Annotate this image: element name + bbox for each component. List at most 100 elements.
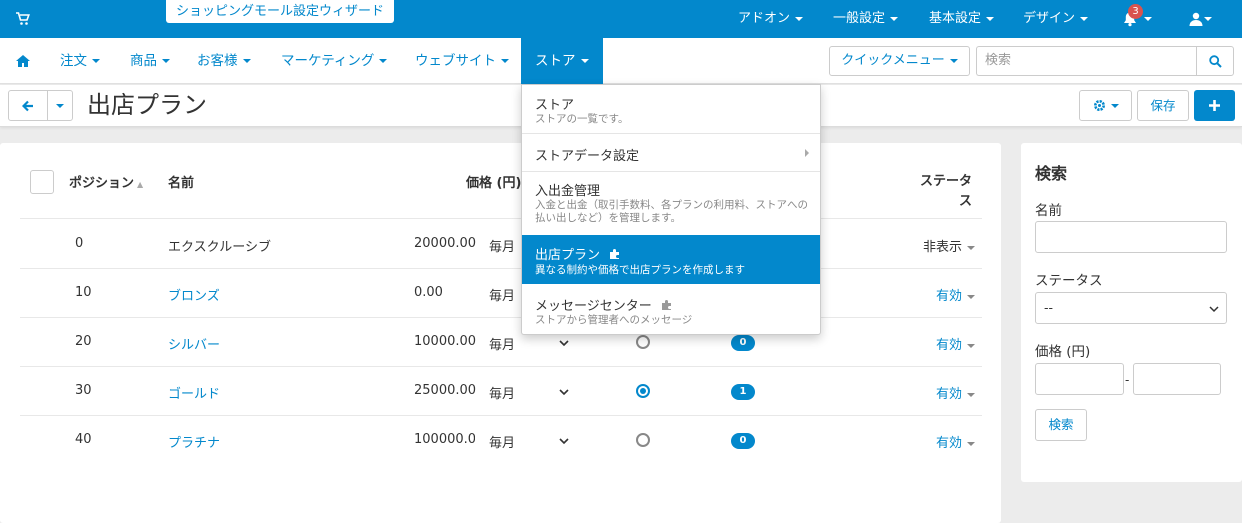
search-input[interactable]: 検索 (976, 46, 1197, 76)
dropdown-item-store-data-settings[interactable]: ストアデータ設定 (522, 134, 820, 171)
chevron-down-icon[interactable] (559, 387, 569, 397)
home-icon[interactable] (16, 55, 30, 67)
page-title: 出店プラン (87, 91, 207, 119)
row-status-label: 有効 (935, 338, 962, 353)
row-period[interactable]: 毎月 (489, 432, 515, 451)
name-field[interactable] (1035, 221, 1227, 253)
row-divider (20, 317, 982, 318)
row-status[interactable]: 有効 (900, 383, 975, 402)
row-price: 100000.00 (414, 432, 475, 447)
header-divider (20, 218, 982, 219)
dropdown-item-label: メッセージセンター (535, 299, 652, 314)
default-plan-radio[interactable] (636, 335, 650, 349)
setup-wizard-link[interactable]: ショッピングモール設定ウィザード (166, 0, 395, 23)
status-select[interactable]: -- (1035, 292, 1227, 324)
gear-icon (1093, 100, 1105, 111)
menu-addons[interactable]: アドオン (738, 0, 804, 38)
row-divider (20, 268, 982, 269)
settings-dropdown-button[interactable] (1079, 90, 1132, 121)
plans-table: ポジション ▲ 名前 価格 (円) ステータス 0 エクスクルーシブ 20000.… (0, 143, 1001, 523)
vendor-count-badge[interactable]: 0 (731, 433, 755, 449)
history-dropdown-button[interactable] (47, 90, 73, 121)
menu-basic-settings-label: 基本設定 (929, 11, 982, 26)
nav-products-label: 商品 (130, 53, 157, 69)
back-button[interactable] (8, 90, 48, 121)
chevron-right-icon (805, 149, 809, 157)
quick-menu-button[interactable]: クイックメニュー (829, 46, 970, 76)
row-status-label: 非表示 (922, 240, 962, 255)
row-period[interactable]: 毎月 (489, 334, 515, 353)
nav-customers-label: お客様 (197, 53, 238, 69)
dropdown-item-title: メッセージセンター (535, 295, 673, 314)
default-plan-radio[interactable] (636, 433, 650, 447)
chevron-down-icon[interactable] (559, 338, 569, 348)
row-period[interactable]: 毎月 (489, 285, 515, 304)
default-plan-radio[interactable] (636, 384, 650, 398)
row-position: 30 (75, 383, 92, 398)
dropdown-item-vendor-plans[interactable]: 出店プラン 異なる制約や価格で出店プランを作成します (522, 235, 820, 284)
caret-down-icon (1110, 103, 1119, 108)
row-status[interactable]: 有効 (900, 432, 975, 451)
name-label: 名前 (1035, 203, 1062, 219)
nav-products[interactable]: 商品 (130, 38, 170, 84)
nav-store-label: ストア (535, 53, 576, 69)
puzzle-icon (661, 300, 671, 310)
status-select-value: -- (1044, 300, 1054, 315)
row-period[interactable]: 毎月 (489, 236, 515, 255)
sidebar-search-button[interactable]: 検索 (1035, 409, 1087, 441)
row-status[interactable]: 有効 (900, 285, 975, 304)
row-name-link[interactable]: プラチナ (168, 432, 220, 451)
user-icon[interactable] (1189, 12, 1203, 26)
row-name-link[interactable]: ゴールド (168, 383, 220, 402)
row-price: 10000.00 (414, 334, 477, 349)
vendor-count-badge[interactable]: 1 (731, 384, 755, 400)
save-button[interactable]: 保存 (1137, 90, 1189, 121)
row-price: 0.00 (414, 285, 443, 300)
row-status[interactable]: 有効 (900, 334, 975, 353)
caret-down-icon[interactable] (1144, 17, 1152, 21)
caret-down-icon (986, 16, 995, 21)
column-position[interactable]: ポジション ▲ (69, 172, 143, 191)
row-status[interactable]: 非表示 (900, 236, 975, 255)
vendor-count-badge[interactable]: 0 (731, 335, 755, 351)
column-name[interactable]: 名前 (168, 172, 194, 191)
row-period[interactable]: 毎月 (489, 383, 515, 402)
dropdown-item-label: 出店プラン (535, 248, 601, 263)
search-button[interactable] (1196, 46, 1234, 76)
caret-down-icon (56, 103, 64, 108)
nav-marketing[interactable]: マーケティング (281, 38, 388, 84)
add-plan-button[interactable] (1194, 90, 1235, 121)
select-all-checkbox[interactable] (30, 170, 54, 194)
nav-orders[interactable]: 注文 (60, 38, 100, 84)
price-label: 価格 (円) (1035, 344, 1091, 360)
caret-down-icon (92, 59, 100, 63)
column-price[interactable]: 価格 (円) (466, 172, 521, 191)
price-to-field[interactable] (1133, 363, 1221, 395)
nav-store[interactable]: ストア (521, 38, 603, 84)
caret-down-icon (162, 59, 170, 63)
dropdown-item-accounting[interactable]: 入出金管理 入金と出金（取引手数料、各プランの利用料、ストアへの払い出しなど）を… (522, 172, 820, 235)
caret-down-icon (501, 59, 509, 63)
plus-icon (1209, 100, 1220, 111)
nav-website[interactable]: ウェブサイト (415, 38, 509, 84)
column-status[interactable]: ステータス (910, 172, 972, 212)
caret-down-icon[interactable] (1204, 17, 1212, 21)
row-name-link[interactable]: ブロンズ (168, 285, 220, 304)
dropdown-item-title: ストアデータ設定 (535, 149, 640, 164)
dropdown-item-message-center[interactable]: メッセージセンター ストアから管理者へのメッセージ (522, 284, 820, 334)
dropdown-item-stores[interactable]: ストア ストアの一覧です。 (522, 85, 820, 133)
dropdown-item-title: 入出金管理 (535, 184, 601, 199)
menu-general-settings[interactable]: 一般設定 (833, 0, 899, 38)
chevron-down-icon[interactable] (559, 436, 569, 446)
cart-icon[interactable] (16, 12, 30, 26)
nav-customers[interactable]: お客様 (197, 38, 251, 84)
price-from-field[interactable] (1035, 363, 1124, 395)
dropdown-item-desc: 異なる制約や価格で出店プランを作成します (535, 264, 745, 276)
menu-design[interactable]: デザイン (1023, 0, 1089, 38)
row-price: 20000.00 (414, 236, 477, 251)
menu-addons-label: アドオン (738, 11, 791, 26)
row-name-link[interactable]: シルバー (168, 334, 220, 353)
menu-basic-settings[interactable]: 基本設定 (929, 0, 995, 38)
menu-general-settings-label: 一般設定 (833, 11, 886, 26)
row-position: 20 (75, 334, 92, 349)
